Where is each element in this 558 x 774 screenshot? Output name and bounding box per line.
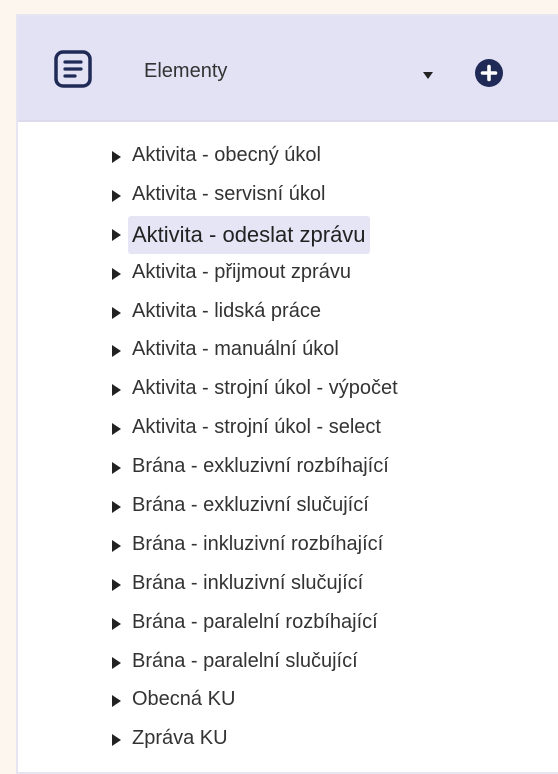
list-item-label: Zpráva KU: [132, 727, 228, 750]
list-item[interactable]: Brána - inkluzivní slučující: [92, 566, 400, 605]
list-item[interactable]: Aktivita - manuální úkol: [92, 332, 400, 371]
caret-right-icon: [112, 462, 121, 475]
caret-right-icon: [112, 267, 121, 280]
caret-right-icon: [112, 501, 121, 514]
caret-right-icon: [112, 151, 121, 163]
caret-right-icon: [112, 345, 121, 358]
caret-right-icon: [112, 189, 121, 202]
list-item[interactable]: Zpráva KU: [92, 721, 400, 760]
list-item[interactable]: Brána - exkluzivní slučující: [92, 488, 400, 527]
list-item-label: Aktivita - lidská práce: [132, 299, 321, 322]
caret-right-icon: [112, 539, 121, 552]
list-item-label: Obecná KU: [132, 688, 236, 711]
list-item[interactable]: Aktivita - strojní úkol - výpočet: [92, 371, 400, 410]
list-item[interactable]: Aktivita - servisní úkol: [92, 177, 400, 216]
list-item-label: Aktivita - strojní úkol - select: [132, 416, 381, 439]
list-item-label: Brána - paralelní rozbíhající: [132, 610, 378, 633]
list-item[interactable]: Aktivita - obecný úkol: [92, 138, 400, 177]
list-item[interactable]: Aktivita - strojní úkol - select: [92, 410, 400, 449]
caret-right-icon: [112, 695, 121, 708]
panel-title: Elementy: [144, 60, 228, 82]
document-list-icon: [54, 50, 92, 88]
add-element-button[interactable]: [474, 58, 504, 88]
list-item[interactable]: Brána - inkluzivní rozbíhající: [92, 527, 400, 566]
list-item-label: Aktivita - strojní úkol - výpočet: [132, 377, 398, 400]
list-item-highlighted[interactable]: Aktivita - odeslat zprávu: [92, 215, 400, 255]
list-item-label: Aktivita - obecný úkol: [132, 144, 321, 166]
chevron-down-icon[interactable]: [423, 72, 433, 79]
list-item-label: Aktivita - servisní úkol: [132, 182, 326, 205]
list-item-label: Brána - inkluzivní rozbíhající: [132, 532, 384, 555]
list-item-label: Aktivita - přijmout zprávu: [132, 260, 351, 283]
list-item-label: Brána - paralelní slučující: [132, 649, 358, 672]
list-item[interactable]: Brána - paralelní rozbíhající: [92, 605, 400, 644]
element-list: Aktivita - obecný úkol Aktivita - servis…: [92, 138, 400, 760]
list-item-label: Brána - inkluzivní slučující: [132, 571, 364, 594]
panel-header: Elementy: [18, 16, 558, 122]
list-item[interactable]: Brána - paralelní slučující: [92, 644, 400, 683]
caret-right-icon: [112, 734, 121, 747]
caret-right-icon: [112, 228, 121, 241]
list-item-label: Aktivita - odeslat zprávu: [128, 215, 370, 254]
list-item-label: Brána - exkluzivní slučující: [132, 494, 369, 517]
caret-right-icon: [112, 306, 121, 319]
list-item[interactable]: Obecná KU: [92, 682, 400, 721]
caret-right-icon: [112, 423, 121, 436]
list-item[interactable]: Aktivita - lidská práce: [92, 294, 400, 333]
caret-right-icon: [112, 384, 121, 397]
caret-right-icon: [112, 617, 121, 630]
list-item[interactable]: Aktivita - přijmout zprávu: [92, 255, 400, 294]
list-item[interactable]: Brána - exkluzivní rozbíhající: [92, 449, 400, 488]
caret-right-icon: [112, 578, 121, 591]
list-item-label: Brána - exkluzivní rozbíhající: [132, 455, 389, 478]
caret-right-icon: [112, 656, 121, 669]
list-item-label: Aktivita - manuální úkol: [132, 338, 339, 361]
